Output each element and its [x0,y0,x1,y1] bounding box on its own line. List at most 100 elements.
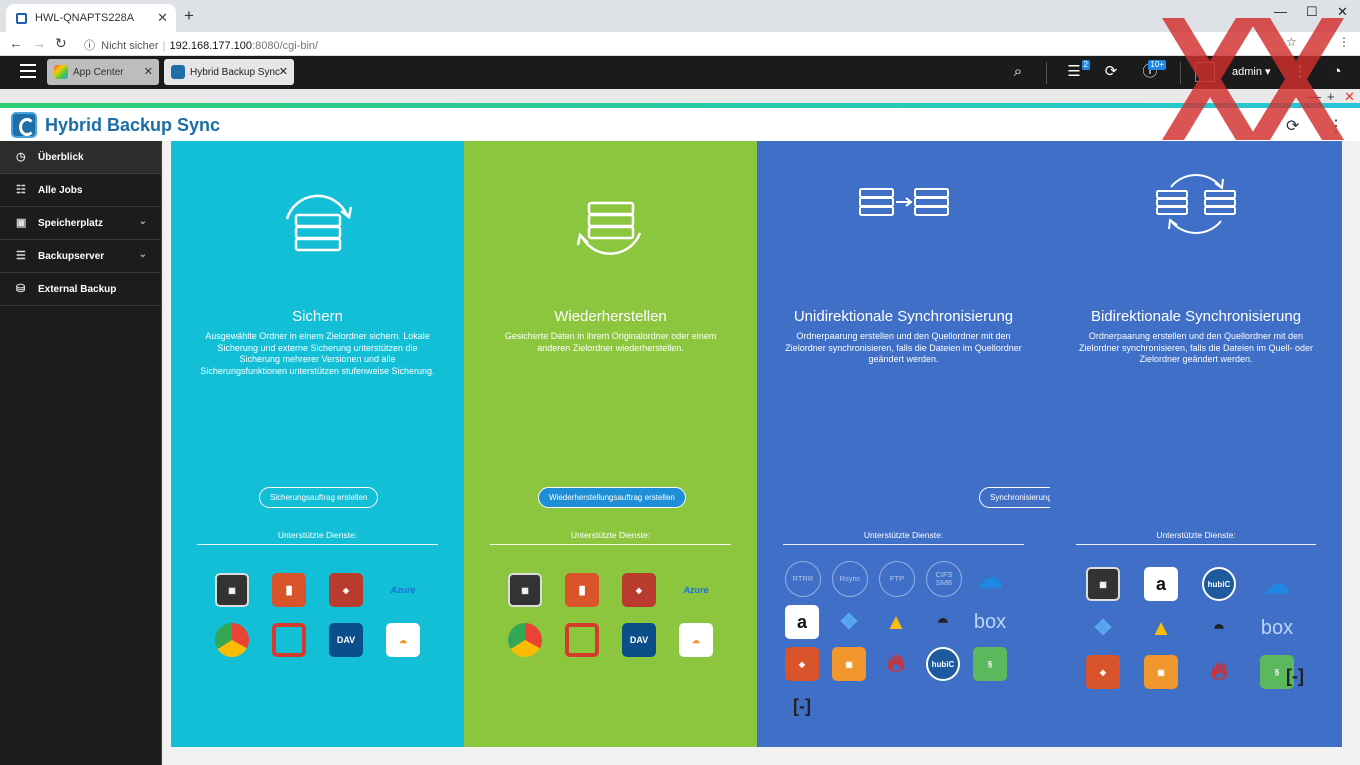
sidebar-item-label: Backupserver [38,250,105,262]
overview-icon: ◷ [16,151,26,163]
backup-icon [285,194,352,252]
sidebar-item-backup-server[interactable]: ☰ Backupserver ⌄ [0,240,161,273]
amazon-glacier-icon: ◈ [622,573,656,607]
refresh-icon[interactable]: ⟳ [1286,116,1299,136]
search-icon[interactable]: ⌕ [1008,62,1028,82]
sidebar-item-label: Alle Jobs [38,184,83,196]
back-icon[interactable]: ← [9,35,23,51]
app-center-icon [54,65,68,79]
supported-services-label: Unterstützte Dienste: [277,530,358,540]
qnap-favicon-icon [16,12,27,24]
qts-taskbar: App Center ✕ Hybrid Backup Sync ✕ ⌕ ☰ 2 ⟳… [0,56,1360,89]
restore-icon [576,201,641,255]
box-icon: box [973,610,1007,633]
forward-icon[interactable]: → [32,35,46,51]
yandex-disk-icon: ◓ [936,609,950,634]
tab-app-center-label: App Center [73,66,124,78]
app-more-icon[interactable]: ⋮ [1328,116,1344,136]
panel-title: Unidirektionale Synchronisierung [793,308,1014,325]
services-grid: ▦ ▐▌ ◈ Azure DAV ☁ [508,573,713,657]
dropbox-icon: ❖ [1093,615,1113,640]
close-tab-icon[interactable]: ✕ [157,10,168,26]
divider [783,544,1024,545]
webdav-icon: DAV [622,623,656,657]
storage-icon: ▣ [16,217,27,229]
supported-services-label: Unterstützte Dienste: [1156,530,1236,540]
amazon-s3-icon: ◈ [785,647,819,681]
avatar[interactable] [1195,62,1215,82]
chevron-down-icon[interactable]: ⌄ [139,216,147,227]
backblaze-b2-flame-icon: 🔥︎ [1210,658,1228,685]
amazon-drive-icon: a [1144,567,1178,601]
supported-services-label: Unterstützte Dienste: [570,530,651,540]
app-minimize-icon[interactable]: — [1308,89,1321,104]
amazon-glacier-icon: ◈ [329,573,363,607]
sidebar-item-external-backup[interactable]: ⛁ External Backup [0,273,161,306]
box-icon: box [1260,616,1294,639]
browser-menu-icon[interactable]: ⋮ [1338,35,1350,49]
new-tab-button[interactable]: + [184,6,194,26]
panel-description: Ordnerpaarung erstellen und den Quellord… [785,331,1022,364]
yandex-disk-icon: ◓ [1212,615,1226,640]
close-tab-icon[interactable]: ✕ [144,65,153,78]
app-title: Hybrid Backup Sync [45,115,221,135]
browser-tab-title: HWL-QNAPTS228A [35,12,135,24]
url-field[interactable]: ⓘ Nicht sicher | 192.168.177.100:8080/cgi-… [84,37,318,53]
create-backup-job-button[interactable]: Sicherungsauftrag erstellen [259,487,379,508]
close-tab-icon[interactable]: ✕ [279,65,288,78]
more-options-icon[interactable]: ⋮ [1290,62,1310,82]
divider [1180,62,1181,84]
not-secure-label: Nicht sicher [101,40,159,52]
panel-two-way-sync: Bidirektionale Synchronisierung Ordnerpa… [1050,141,1342,747]
panel-one-way-sync: Unidirektionale Synchronisierung Ordnerp… [757,141,1125,747]
azure-icon: Azure [683,585,709,595]
chevron-down-icon[interactable]: ⌄ [139,249,147,260]
overview-content: Sichern Ausgewählte Ordner in einem Ziel… [163,141,1360,765]
amazon-drive-icon: a [785,605,819,639]
app-header: Hybrid Backup Sync ⟳ ⋮ [0,108,1360,141]
tab-app-center[interactable]: App Center ✕ [47,59,159,85]
divider [1046,62,1047,84]
services-grid: ▦ a hubiC ☁ ❖ ▲ ◓ box ◈ ▣ 🔥︎ § [1086,567,1298,689]
panel-description: Gesicherte Daten in ihrem Originalordner… [504,331,717,353]
backblaze-icon: ▣ [832,647,866,681]
user-menu[interactable]: admin ▾ [1232,65,1271,78]
onedrive-icon: ☁ [1264,568,1290,599]
sidebar-item-storage[interactable]: ▣ Speicherplatz ⌄ [0,207,161,240]
browser-tab[interactable]: HWL-QNAPTS228A ✕ [6,4,176,32]
cloud-backup-icon: ☁ [679,623,713,657]
create-restore-job-button[interactable]: Wiederherstellungsauftrag erstellen [538,487,686,508]
close-window-icon[interactable]: ✕ [1337,4,1348,20]
star-icon[interactable]: ☆ [1286,35,1297,49]
amazon-s3-icon: ▐▌ [565,573,599,607]
main-menu-icon[interactable] [20,64,36,78]
dashboard-icon[interactable]: ◔ [1327,62,1347,82]
divider [197,544,438,545]
hbs-icon [171,65,185,79]
external-device-icon[interactable]: ⟳ [1101,62,1121,82]
url-path: :8080/cgi-bin/ [252,40,319,52]
background-tasks-icon[interactable]: ☰ 2 [1064,60,1090,82]
sidebar-item-label: External Backup [38,283,117,295]
hbs-logo [11,112,37,138]
amazon-s3-icon: ◈ [1086,655,1120,689]
tab-hybrid-backup-sync[interactable]: Hybrid Backup Sync ✕ [164,59,294,85]
generic-cloud-icon: [-] [1286,665,1304,686]
address-bar: ← → ↻ ⓘ Nicht sicher | 192.168.177.100:808… [0,32,1360,56]
app-maximize-icon[interactable]: + [1327,89,1335,104]
browser-tab-bar: HWL-QNAPTS228A ✕ + — ☐ ✕ [0,0,1360,32]
cifs-smb-icon: CIFS SMB [926,561,962,597]
maximize-icon[interactable]: ☐ [1306,4,1318,20]
jobs-list-icon: ☷ [16,184,26,196]
sidebar-item-all-jobs[interactable]: ☷ Alle Jobs [0,174,161,207]
one-way-sync-icon [858,188,949,216]
minimize-icon[interactable]: — [1274,4,1287,19]
cloud-backup-icon: ☁ [386,623,420,657]
server-icon: ☰ [16,250,26,262]
google-drive-icon: ▲ [1150,615,1172,640]
notification-icon[interactable]: ⓘ 10+ [1140,60,1166,82]
reload-icon[interactable]: ↻ [55,35,67,52]
nas-icon: ▦ [508,573,542,607]
sidebar-item-overview[interactable]: ◷ Überblick [0,141,161,174]
webdav-icon: DAV [329,623,363,657]
